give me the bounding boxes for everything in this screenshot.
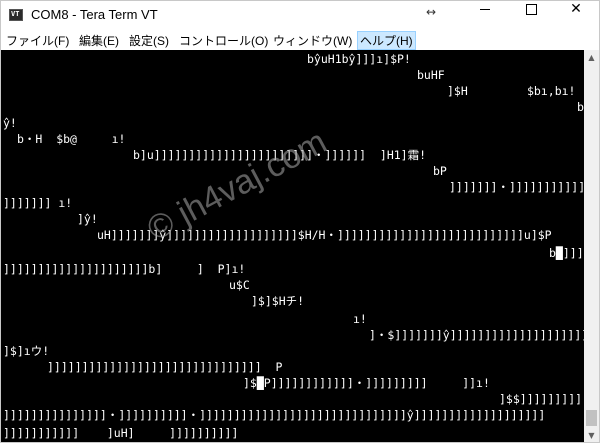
terminal-line: ]]]]]]] ı!: [3, 196, 73, 210]
menu-help[interactable]: ヘルプ(H): [357, 31, 416, 50]
vertical-scrollbar[interactable]: ▲ ▼: [584, 50, 599, 442]
terminal-line: buHF: [417, 68, 445, 82]
window-title: COM8 - Tera Term VT: [31, 7, 158, 22]
terminal-screen[interactable]: bŷuH1bŷ]]]ı]$P! buHF ]$H $bı,bı! b ŷ! b・…: [1, 50, 584, 442]
minimize-icon: [480, 8, 490, 10]
maximize-button[interactable]: [508, 1, 554, 30]
app-icon-text: VT: [11, 10, 20, 18]
terminal-line: ]ŷ!: [77, 212, 98, 226]
menu-bar: ファイル(F) 編集(E) 設定(S) コントロール(O) ウィンドウ(W) ヘ…: [1, 30, 599, 50]
terminal-line: ]・$]]]]]]]ŷ]]]]]]]]]]]]]]]]]]]]]]: [369, 328, 584, 342]
scroll-thumb[interactable]: [586, 410, 597, 426]
terminal-line: ]$█P]]]]]]]]]]]]・]]]]]]]]] ]]ı!: [243, 376, 490, 390]
close-icon: ✕: [570, 1, 582, 17]
terminal-line: b]u]]]]]]]]]]]]]]]]]]]]]]]・]]]]]] ]H1]霜!: [133, 148, 427, 162]
minimize-button[interactable]: [462, 1, 508, 30]
terminal-line: ]]]]]]]]]]]]]]]・]]]]]]]]]]・]]]]]]]]]]]]]…: [3, 408, 546, 422]
terminal-line: $bı,bı!: [527, 84, 576, 98]
menu-edit[interactable]: 編集(E): [79, 32, 119, 49]
terminal-line: b: [577, 100, 584, 114]
menu-window[interactable]: ウィンドウ(W): [273, 32, 352, 49]
resize-icon: ↔: [426, 5, 437, 19]
close-button[interactable]: ✕: [553, 1, 599, 30]
terminal-line: ŷ!: [3, 116, 17, 130]
maximize-icon: [525, 3, 537, 15]
terminal-line: ı!: [353, 312, 367, 326]
terminal-line: b・H $b@ ı!: [17, 132, 126, 146]
scroll-down-icon[interactable]: ▼: [584, 428, 599, 442]
terminal-line: u$C: [229, 278, 250, 292]
terminal-window: VT COM8 - Tera Term VT ↔ ✕ ファイル(F) 編集(E)…: [0, 0, 600, 443]
menu-control[interactable]: コントロール(O): [179, 32, 268, 49]
app-icon[interactable]: VT: [9, 9, 23, 21]
terminal-line: ]$]ıウ!: [3, 344, 50, 358]
terminal-line: bP: [433, 164, 447, 178]
scroll-up-icon[interactable]: ▲: [584, 50, 599, 65]
terminal-line: ]]]]]]]]]]]]]]]]]]]]]b] ] P]ı!: [3, 262, 246, 276]
terminal-line: ]]]]]]]]]]]]]]]]]]]]]]]]]]]]]]] P: [47, 360, 283, 374]
title-bar[interactable]: VT COM8 - Tera Term VT ↔ ✕: [1, 1, 599, 30]
menu-file[interactable]: ファイル(F): [6, 32, 69, 49]
terminal-line: b█]]]: [549, 246, 584, 260]
terminal-line: ]$H: [447, 84, 468, 98]
menu-settings[interactable]: 設定(S): [129, 32, 169, 49]
terminal-line: ]]]]]]]]]]] ]uH] ]]]]]]]]]]: [3, 426, 239, 440]
terminal-line: ]$$]]]]]]]]]]]: [499, 392, 584, 406]
terminal-line: ]$]$Hチ!: [251, 294, 305, 308]
terminal-line: ]]]]]]]・]]]]]]]]]]]]]]]]]: [449, 180, 584, 194]
terminal-line: bŷuH1bŷ]]]ı]$P!: [307, 52, 411, 66]
terminal-line: uH]]]]]]]ŷ]]]]]]]]]]]]]]]]]]]$H/H・]]]]]]…: [97, 228, 552, 242]
